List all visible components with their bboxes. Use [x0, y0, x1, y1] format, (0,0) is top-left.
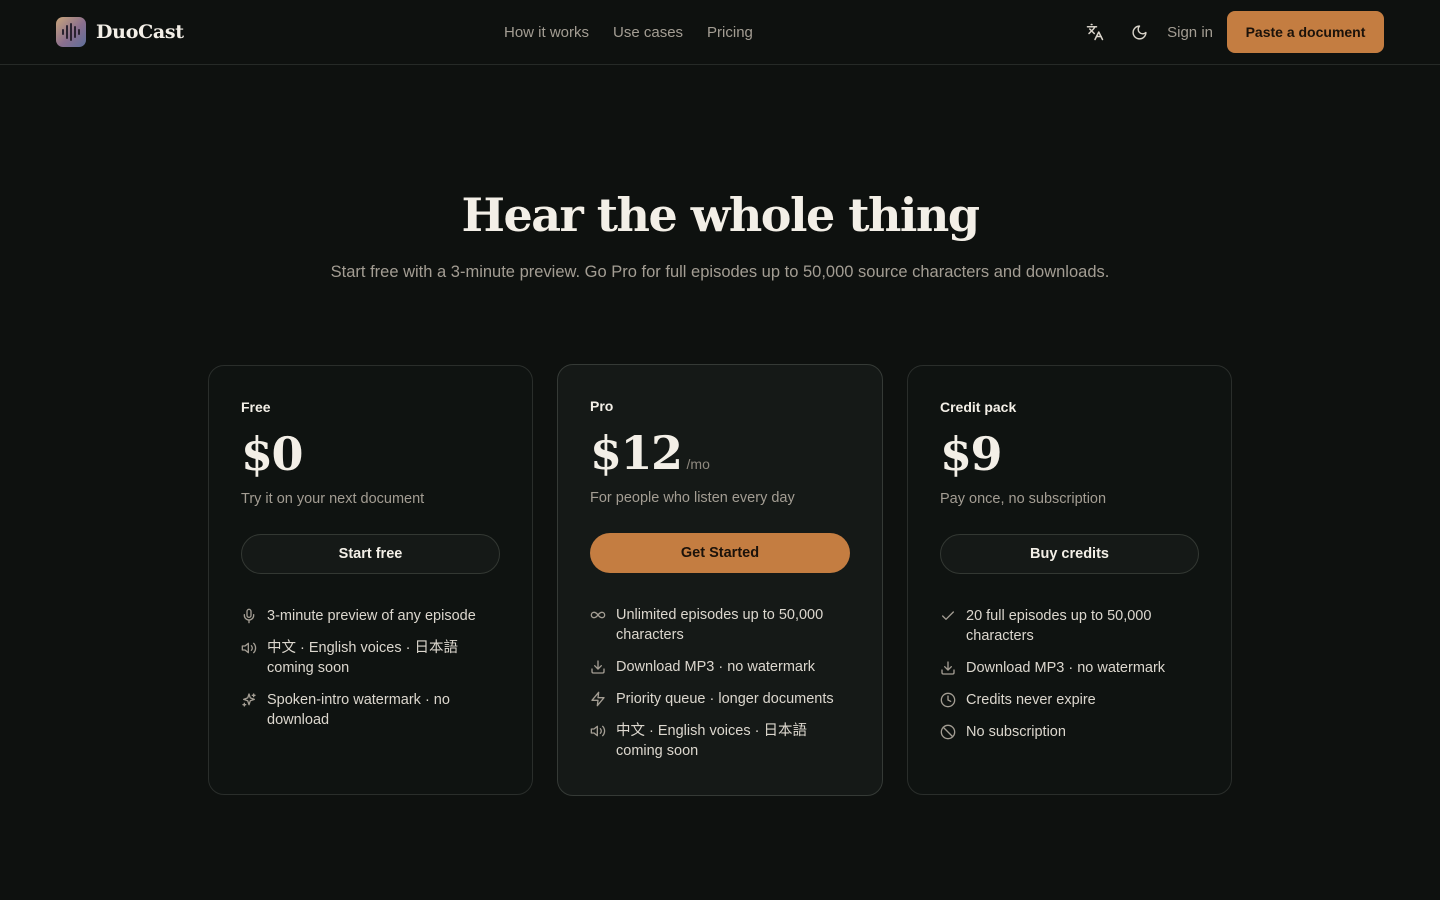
main-nav: How it works Use cases Pricing [504, 0, 753, 64]
feature-item: 中文 · English voices · 日本語 coming soon [590, 721, 850, 761]
feature-text: Download MP3 · no watermark [616, 659, 816, 675]
nav-how-it-works[interactable]: How it works [504, 24, 589, 41]
feature-text: Priority queue · longer documents [616, 691, 834, 707]
feature-text: Credits never expire [966, 692, 1096, 708]
check-icon [940, 608, 956, 624]
price-row: $0 [241, 427, 500, 483]
feature-text: 中文 · English voices · 日本語 coming soon [616, 723, 807, 759]
feature-item: Priority queue · longer documents [590, 689, 850, 709]
mic-icon [241, 608, 257, 624]
feature-item: 20 full episodes up to 50,000 characters [940, 606, 1199, 646]
download-icon [590, 659, 606, 675]
download-icon [940, 660, 956, 676]
site-header: DuoCast How it works Use cases Pricing S… [0, 0, 1440, 65]
plan-price: $0 [241, 427, 304, 481]
feature-item: 3-minute preview of any episode [241, 606, 500, 626]
feature-item: Spoken-intro watermark · no download [241, 690, 500, 730]
plan-description: For people who listen every day [590, 490, 795, 506]
feature-text: 中文 · English voices · 日本語 coming soon [267, 640, 458, 676]
clock-icon [940, 692, 956, 708]
feature-text: No subscription [966, 724, 1066, 740]
signin-link[interactable]: Sign in [1167, 24, 1213, 41]
brand[interactable]: DuoCast [56, 17, 184, 47]
feature-item: No subscription [940, 722, 1199, 742]
logo-icon [56, 17, 86, 47]
feature-list: 20 full episodes up to 50,000 characters… [940, 606, 1199, 742]
speaker-icon [241, 640, 257, 656]
feature-text: Unlimited episodes up to 50,000 characte… [616, 607, 824, 643]
feature-text: Spoken-intro watermark · no download [267, 692, 450, 728]
header-actions: Sign in Paste a document [1081, 0, 1384, 64]
plan-price: $9 [940, 427, 1003, 481]
plan-name: Credit pack [940, 399, 1017, 415]
translate-icon[interactable] [1081, 18, 1109, 46]
paste-document-button[interactable]: Paste a document [1227, 11, 1384, 53]
buy-credits-button[interactable]: Buy credits [940, 534, 1199, 574]
price-period: /mo [686, 456, 710, 472]
feature-text: 20 full episodes up to 50,000 characters [966, 608, 1152, 644]
feature-item: Unlimited episodes up to 50,000 characte… [590, 605, 850, 645]
plan-card-credit-pack: Credit pack $9 Pay once, no subscription… [907, 365, 1232, 795]
sparkle-icon [241, 692, 257, 708]
ban-icon [940, 724, 956, 740]
price-row: $12 /mo [590, 426, 850, 482]
feature-item: Download MP3 · no watermark [590, 657, 850, 677]
feature-text: 3-minute preview of any episode [267, 608, 476, 624]
nav-pricing[interactable]: Pricing [707, 24, 753, 41]
feature-list: 3-minute preview of any episode 中文 · Eng… [241, 606, 500, 730]
bolt-icon [590, 691, 606, 707]
plan-name: Pro [590, 398, 614, 414]
plan-price: $12 [590, 426, 683, 480]
feature-list: Unlimited episodes up to 50,000 characte… [590, 605, 850, 761]
feature-item: Credits never expire [940, 690, 1199, 710]
pricing-page: DuoCast How it works Use cases Pricing S… [0, 0, 1440, 900]
infinity-icon [590, 607, 606, 623]
page-title: Hear the whole thing [461, 188, 980, 242]
nav-use-cases[interactable]: Use cases [613, 24, 683, 41]
plan-card-free: Free $0 Try it on your next document Sta… [208, 365, 533, 795]
brand-name: DuoCast [96, 21, 184, 43]
plan-card-pro: Pro $12 /mo For people who listen every … [557, 364, 883, 796]
price-row: $9 [940, 427, 1199, 483]
start-free-button[interactable]: Start free [241, 534, 500, 574]
plan-name: Free [241, 399, 271, 415]
plan-description: Try it on your next document [241, 491, 425, 507]
page-subtitle: Start free with a 3-minute preview. Go P… [330, 263, 1110, 281]
speaker-icon [590, 723, 606, 739]
feature-text: Download MP3 · no watermark [966, 660, 1166, 676]
feature-item: 中文 · English voices · 日本語 coming soon [241, 638, 500, 678]
moon-icon[interactable] [1125, 18, 1153, 46]
get-started-button[interactable]: Get Started [590, 533, 850, 573]
feature-item: Download MP3 · no watermark [940, 658, 1199, 678]
plan-description: Pay once, no subscription [940, 491, 1107, 507]
